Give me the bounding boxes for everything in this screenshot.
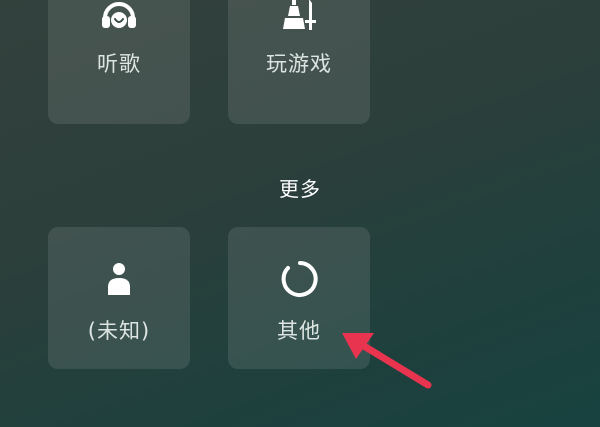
category-tile-play-games[interactable]: 玩游戏: [228, 0, 370, 124]
category-label: 听歌: [97, 52, 141, 76]
red-arrow-pointer-icon: [342, 333, 432, 389]
game-chess-sword-icon: [283, 0, 316, 30]
person-icon: [108, 263, 130, 295]
category-tile-listen-music[interactable]: 听歌: [48, 0, 190, 124]
ring-loading-icon: [281, 261, 318, 297]
category-label: (未知): [87, 319, 151, 343]
section-title-more: 更多: [279, 177, 321, 201]
headphone-person-icon: [102, 2, 136, 28]
category-label: 玩游戏: [266, 52, 332, 76]
category-tile-unknown[interactable]: (未知): [48, 227, 190, 369]
